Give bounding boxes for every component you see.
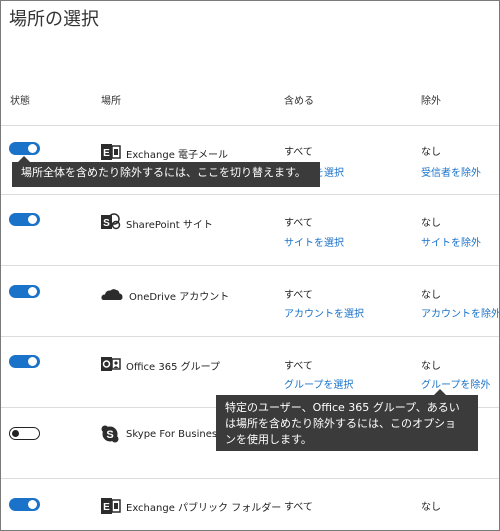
toggle-tooltip: 場所全体を含めたり除外するには、ここを切り替えます。 xyxy=(12,156,320,187)
exclude-value: なし xyxy=(421,218,441,229)
onedrive-icon xyxy=(101,289,123,300)
page-title: 場所の選択 xyxy=(9,9,99,30)
exchange-icon: E xyxy=(101,498,121,514)
location-selection-panel: 場所の選択 状態 場所 含める 除外 E Exchange 電子メール すべて … xyxy=(0,0,500,531)
exchange-icon: E xyxy=(101,144,121,160)
svg-text:S: S xyxy=(103,218,110,229)
tooltip-line: は場所を含めたり除外するには、このオプショ xyxy=(225,417,456,430)
sharepoint-icon: S xyxy=(101,213,121,230)
exclude-value: なし xyxy=(421,361,441,372)
exclude-recipients-link[interactable]: 受信者を除外 xyxy=(421,164,481,179)
onedrive-toggle[interactable] xyxy=(9,285,40,298)
location-name: Exchange 電子メール xyxy=(126,150,229,161)
skype-icon: S xyxy=(101,425,119,443)
exclude-value: なし xyxy=(421,290,441,301)
exclude-groups-link[interactable]: グループを除外 xyxy=(421,376,490,391)
exclude-value: なし xyxy=(421,502,441,513)
svg-text:E: E xyxy=(103,502,110,513)
include-value: すべて xyxy=(284,502,313,513)
svg-text:S: S xyxy=(106,429,113,441)
tooltip-line: 特定のユーザー、Office 365 グループ、あるい xyxy=(225,401,460,414)
include-value: すべて xyxy=(284,290,313,301)
divider xyxy=(1,336,499,337)
skype-toggle[interactable] xyxy=(9,427,40,440)
location-name: OneDrive アカウント xyxy=(129,292,230,303)
sharepoint-toggle[interactable] xyxy=(9,213,40,226)
exclude-accounts-link[interactable]: アカウントを除外 xyxy=(421,305,499,320)
include-value: すべて xyxy=(284,147,313,158)
exclude-value: なし xyxy=(421,147,441,158)
location-name: Office 365 グループ xyxy=(126,362,221,373)
exchange-public-folders-toggle[interactable] xyxy=(9,498,40,511)
exchange-email-toggle[interactable] xyxy=(9,142,40,155)
include-value: すべて xyxy=(284,361,313,372)
office365-groups-toggle[interactable] xyxy=(9,355,40,368)
exclude-sites-link[interactable]: サイトを除外 xyxy=(421,234,481,249)
svg-text:E: E xyxy=(103,148,110,159)
include-value: すべて xyxy=(284,218,313,229)
select-sites-link[interactable]: サイトを選択 xyxy=(284,234,344,249)
toggle-tooltip-text: 場所全体を含めたり除外するには、ここを切り替えます。 xyxy=(21,166,306,179)
divider xyxy=(1,265,499,266)
column-header-status: 状態 xyxy=(10,96,30,107)
office365-groups-icon xyxy=(101,357,121,371)
column-header-location: 場所 xyxy=(101,96,121,107)
location-name: Exchange パブリック フォルダー xyxy=(126,503,282,514)
exclude-option-tooltip: 特定のユーザー、Office 365 グループ、あるい は場所を含めたり除外する… xyxy=(216,389,478,451)
tooltip-line: ンを使用します。 xyxy=(225,433,312,446)
divider xyxy=(1,194,499,195)
column-header-include: 含める xyxy=(284,96,314,107)
location-name: Skype For Business xyxy=(126,429,223,440)
divider xyxy=(1,125,499,126)
select-groups-link[interactable]: グループを選択 xyxy=(284,376,353,391)
column-header-exclude: 除外 xyxy=(421,96,441,107)
location-name: SharePoint サイト xyxy=(126,220,213,231)
divider xyxy=(1,478,499,479)
select-accounts-link[interactable]: アカウントを選択 xyxy=(284,305,364,320)
